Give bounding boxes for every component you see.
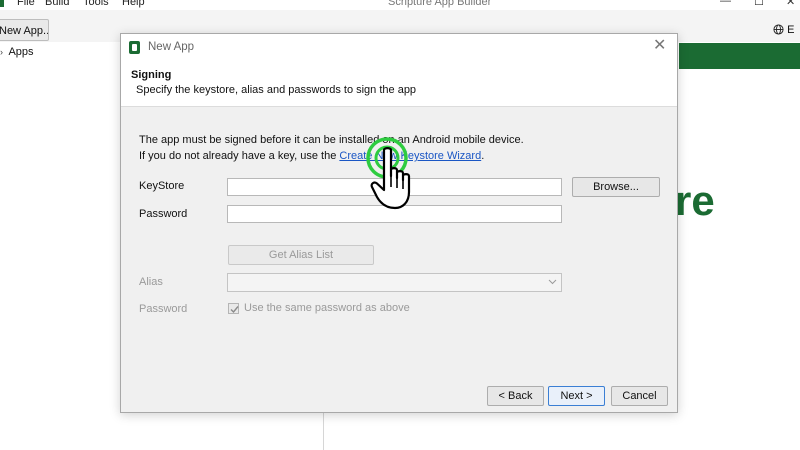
background-brand-text: re [675, 177, 715, 224]
language-button[interactable]: E [773, 19, 794, 41]
dialog-title: New App [148, 41, 195, 53]
browse-button[interactable]: Browse... [572, 177, 660, 197]
app-icon [0, 0, 4, 7]
window-title: Scripture App Builder [388, 0, 492, 8]
step-description: Specify the keystore, alias and password… [136, 84, 417, 96]
same-password-label: Use the same password as above [244, 302, 410, 314]
back-button[interactable]: < Back [487, 386, 544, 406]
tree-item-label: Apps [8, 46, 34, 58]
minimize-button[interactable]: — [720, 0, 731, 7]
language-label: E [787, 24, 795, 36]
menu-tools[interactable]: Tools [83, 0, 109, 8]
tree-expander-icon[interactable]: › [0, 47, 6, 57]
get-alias-list-button[interactable]: Get Alias List [228, 245, 374, 265]
tree-item-apps[interactable]: › Apps [0, 46, 34, 58]
password-label: Password [139, 208, 188, 220]
close-icon[interactable]: ✕ [653, 38, 666, 54]
main-titlebar: File Build Tools Help Scripture App Buil… [0, 0, 800, 10]
new-app-dialog: New App ✕ Signing Specify the keystore, … [120, 33, 678, 413]
menu-help[interactable]: Help [122, 0, 145, 8]
same-password-checkbox[interactable] [228, 303, 239, 314]
next-button[interactable]: Next > [548, 386, 605, 406]
alias-password-label: Password [139, 303, 188, 315]
dialog-header: Signing Specify the keystore, alias and … [121, 62, 677, 107]
menu-build[interactable]: Build [45, 0, 69, 8]
maximize-button[interactable]: ☐ [754, 0, 764, 8]
menu-file[interactable]: File [17, 0, 35, 8]
step-heading: Signing [131, 69, 172, 81]
check-icon [230, 306, 239, 314]
globe-icon [773, 24, 784, 35]
cancel-button[interactable]: Cancel [611, 386, 668, 406]
dialog-titlebar: New App ✕ [121, 34, 677, 62]
brand-banner [679, 43, 800, 69]
chevron-down-icon [548, 279, 557, 285]
alias-select[interactable] [227, 273, 562, 292]
hint-prefix: If you do not already have a key, use th… [139, 150, 340, 162]
alias-label: Alias [139, 276, 163, 288]
close-window-button[interactable]: ✕ [786, 0, 795, 8]
hint-suffix: . [481, 150, 485, 162]
keystore-hint-text: If you do not already have a key, use th… [139, 150, 484, 162]
keystore-label: KeyStore [139, 180, 185, 192]
signing-info-text: The app must be signed before it can be … [139, 134, 524, 146]
hand-cursor-icon [370, 147, 411, 210]
app-icon [129, 41, 140, 54]
new-app-button[interactable]: New App... [0, 19, 49, 41]
